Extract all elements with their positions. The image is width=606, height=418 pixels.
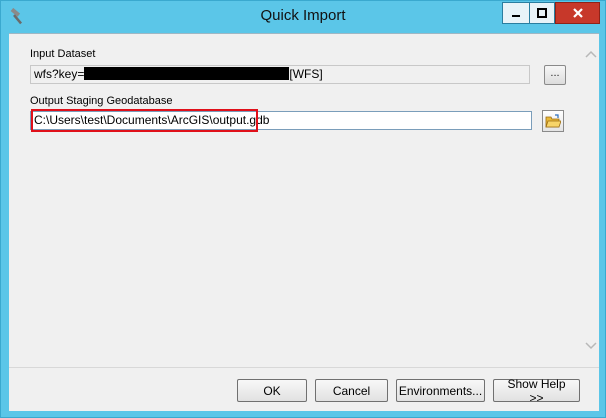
button-bar: OK Cancel Environments... Show Help >> xyxy=(9,367,599,411)
chevron-up-icon xyxy=(585,50,597,58)
show-help-button[interactable]: Show Help >> xyxy=(493,377,580,405)
minimize-icon xyxy=(512,15,520,17)
close-button[interactable] xyxy=(555,2,600,24)
minimize-button[interactable] xyxy=(502,2,529,24)
output-gdb-browse-button[interactable] xyxy=(542,110,564,132)
input-dataset-prefix: wfs?key= xyxy=(34,67,85,81)
redacted-key xyxy=(84,67,290,80)
scroll-down-button[interactable] xyxy=(583,338,599,354)
maximize-button[interactable] xyxy=(529,2,555,24)
ok-button[interactable]: OK xyxy=(237,379,307,402)
input-dataset-label: Input Dataset xyxy=(30,48,96,60)
close-icon xyxy=(572,8,583,18)
vertical-scrollbar[interactable] xyxy=(583,34,599,368)
cancel-button[interactable]: Cancel xyxy=(315,379,388,402)
tool-dialog-body: Input Dataset wfs?key= [WFS] ... Output S… xyxy=(9,33,599,368)
quick-import-window: Quick Import Input Dataset wfs?key= [WFS]… xyxy=(0,0,606,418)
output-gdb-field[interactable]: C:\Users\test\Documents\ArcGIS\output.gd… xyxy=(30,111,532,130)
output-gdb-label: Output Staging Geodatabase xyxy=(30,95,173,107)
input-dataset-field[interactable]: wfs?key= [WFS] xyxy=(30,65,530,84)
input-dataset-browse-button[interactable]: ... xyxy=(544,65,566,85)
scroll-up-button[interactable] xyxy=(583,46,599,62)
environments-button[interactable]: Environments... xyxy=(396,379,485,402)
maximize-icon xyxy=(537,8,547,18)
title-bar[interactable]: Quick Import xyxy=(1,1,605,33)
input-dataset-suffix: [WFS] xyxy=(289,67,323,81)
chevron-down-icon xyxy=(585,342,597,350)
open-folder-icon xyxy=(545,114,561,128)
